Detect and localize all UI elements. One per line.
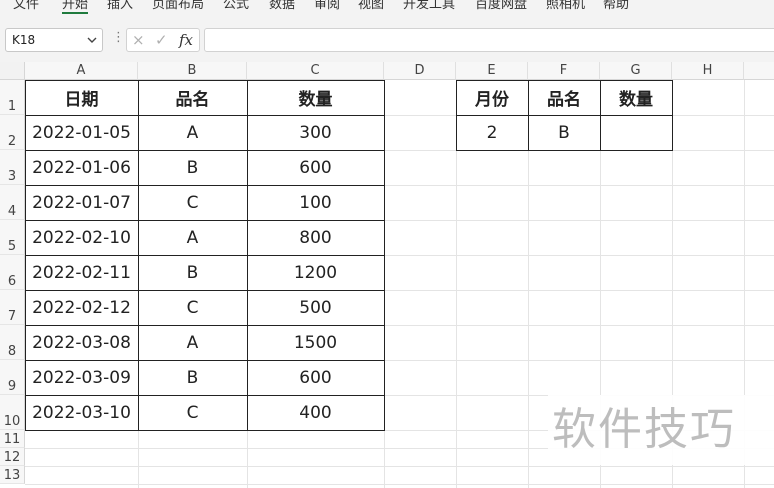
product-cell[interactable]: A (138, 325, 247, 360)
confirm-icon[interactable]: ✓ (155, 29, 168, 51)
column-header-d[interactable]: D (384, 62, 456, 80)
product-cell[interactable]: C (138, 395, 247, 430)
row-header-10[interactable]: 10 (0, 395, 25, 430)
header-cell-quantity[interactable]: 数量 (600, 80, 672, 115)
column-header-c[interactable]: C (247, 62, 384, 80)
formula-bar: K18 ⋮ × ✓ fx (0, 24, 774, 62)
watermark: 软件技巧 (548, 395, 774, 465)
tab-baidu-netdisk[interactable]: 百度网盘 (475, 0, 527, 12)
table-border (456, 150, 673, 151)
table-border (25, 115, 385, 116)
tab-home[interactable]: 开始 (62, 0, 89, 14)
row-header-12[interactable]: 12 (0, 448, 25, 466)
grid-line (25, 466, 774, 467)
tab-review[interactable]: 审阅 (314, 0, 340, 12)
column-header-i[interactable] (744, 62, 774, 80)
table-border (25, 360, 385, 361)
tab-formulas[interactable]: 公式 (223, 0, 249, 12)
row-header-8[interactable]: 8 (0, 325, 25, 360)
month-cell[interactable]: 2 (456, 115, 528, 150)
quantity-cell[interactable]: 600 (247, 150, 384, 185)
ribbon: 文件 开始 插入 页面布局 公式 数据 审阅 视图 开发工具 百度网盘 照相机 … (0, 0, 774, 24)
row-header-3[interactable]: 3 (0, 150, 25, 185)
select-all-corner[interactable] (0, 62, 25, 80)
row-header-4[interactable]: 4 (0, 185, 25, 220)
table-border (25, 325, 385, 326)
quantity-result-cell[interactable] (600, 115, 672, 150)
insert-function-icon[interactable]: fx (179, 29, 193, 51)
table-border (25, 290, 385, 291)
product-cell[interactable]: C (138, 290, 247, 325)
product-cell[interactable]: B (138, 360, 247, 395)
quantity-cell[interactable]: 600 (247, 360, 384, 395)
date-cell[interactable]: 2022-01-07 (25, 185, 138, 220)
table-border (25, 395, 385, 396)
quantity-cell[interactable]: 500 (247, 290, 384, 325)
name-box-value: K18 (12, 33, 36, 47)
tab-view[interactable]: 视图 (358, 0, 384, 12)
row-header-5[interactable]: 5 (0, 220, 25, 255)
row-header-9[interactable]: 9 (0, 360, 25, 395)
row-header-1[interactable]: 1 (0, 80, 25, 115)
tab-file[interactable]: 文件 (13, 0, 39, 12)
quantity-cell[interactable]: 1500 (247, 325, 384, 360)
product-cell[interactable]: A (138, 115, 247, 150)
date-cell[interactable]: 2022-02-10 (25, 220, 138, 255)
formula-input[interactable] (204, 28, 774, 52)
product-cell[interactable]: B (528, 115, 600, 150)
column-header-b[interactable]: B (138, 62, 247, 80)
product-cell[interactable]: B (138, 150, 247, 185)
row-header-2[interactable]: 2 (0, 115, 25, 150)
cancel-icon[interactable]: × (132, 29, 145, 51)
row-header-13[interactable]: 13 (0, 466, 25, 484)
tab-insert[interactable]: 插入 (107, 0, 133, 12)
table-border (456, 80, 673, 81)
tab-developer[interactable]: 开发工具 (403, 0, 455, 12)
header-cell-month[interactable]: 月份 (456, 80, 528, 115)
tab-help[interactable]: 帮助 (603, 0, 629, 12)
column-header-a[interactable]: A (25, 62, 138, 80)
date-cell[interactable]: 2022-01-05 (25, 115, 138, 150)
date-cell[interactable]: 2022-03-08 (25, 325, 138, 360)
column-header-e[interactable]: E (456, 62, 528, 80)
header-cell-product[interactable]: 品名 (528, 80, 600, 115)
table-border (25, 80, 385, 81)
tab-camera[interactable]: 照相机 (546, 0, 585, 12)
date-cell[interactable]: 2022-03-09 (25, 360, 138, 395)
date-cell[interactable]: 2022-03-10 (25, 395, 138, 430)
product-cell[interactable]: A (138, 220, 247, 255)
quantity-cell[interactable]: 1200 (247, 255, 384, 290)
quantity-cell[interactable]: 100 (247, 185, 384, 220)
table-border (25, 150, 385, 151)
date-cell[interactable]: 2022-02-12 (25, 290, 138, 325)
column-header-g[interactable]: G (600, 62, 672, 80)
header-cell-product[interactable]: 品名 (138, 80, 247, 115)
tab-data[interactable]: 数据 (269, 0, 295, 12)
column-header-f[interactable]: F (528, 62, 600, 80)
tab-page-layout[interactable]: 页面布局 (152, 0, 204, 12)
table-border (25, 430, 385, 431)
row-header-7[interactable]: 7 (0, 290, 25, 325)
table-border (25, 220, 385, 221)
header-cell-quantity[interactable]: 数量 (247, 80, 384, 115)
table-border (25, 185, 385, 186)
row-header-6[interactable]: 6 (0, 255, 25, 290)
product-cell[interactable]: C (138, 185, 247, 220)
more-vert-icon[interactable]: ⋮ (112, 30, 125, 45)
table-border (25, 255, 385, 256)
quantity-cell[interactable]: 300 (247, 115, 384, 150)
quantity-cell[interactable]: 800 (247, 220, 384, 255)
table-border (456, 115, 673, 116)
header-cell-date[interactable]: 日期 (25, 80, 138, 115)
name-box[interactable]: K18 (5, 28, 103, 52)
product-cell[interactable]: B (138, 255, 247, 290)
date-cell[interactable]: 2022-02-11 (25, 255, 138, 290)
formula-buttons: × ✓ fx (126, 28, 200, 52)
date-cell[interactable]: 2022-01-06 (25, 150, 138, 185)
row-header-11[interactable]: 11 (0, 430, 25, 448)
column-header-h[interactable]: H (672, 62, 744, 80)
chevron-down-icon[interactable] (87, 29, 97, 60)
quantity-cell[interactable]: 400 (247, 395, 384, 430)
grid-line (25, 484, 774, 485)
